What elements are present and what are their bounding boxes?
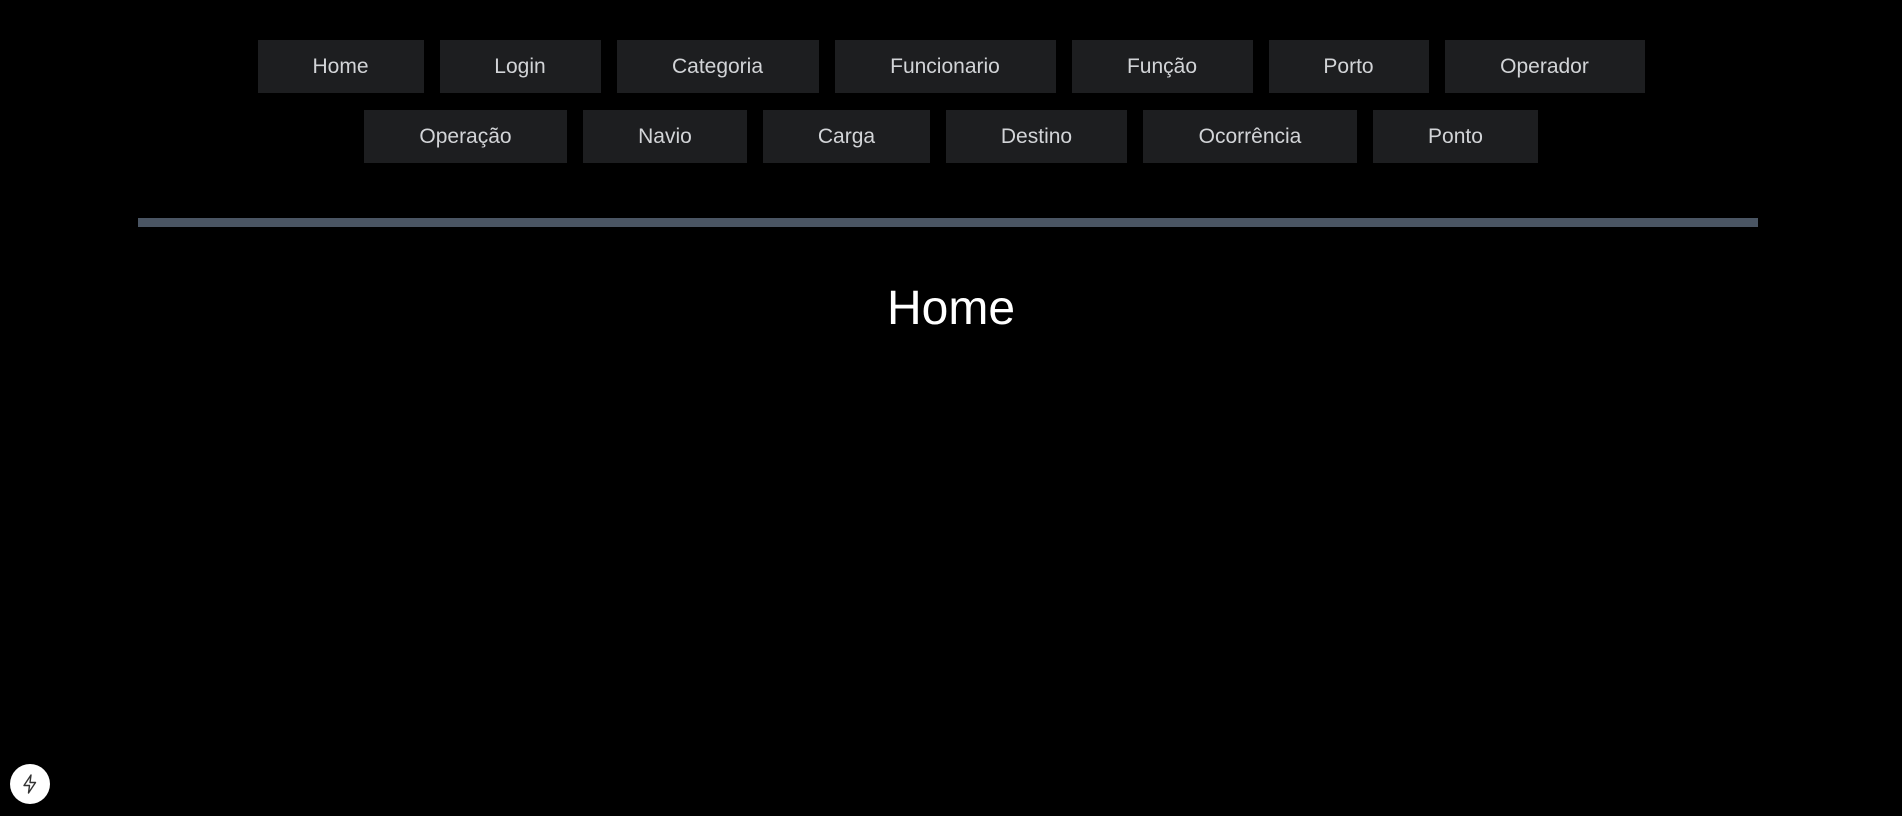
dev-tools-badge[interactable]: [10, 764, 50, 804]
nav-button-categoria[interactable]: Categoria: [616, 40, 819, 93]
nav-button-operador[interactable]: Operador: [1444, 40, 1645, 93]
nav-button-operacao[interactable]: Operação: [364, 110, 567, 163]
divider: [138, 218, 1758, 227]
nav-button-destino[interactable]: Destino: [946, 110, 1127, 163]
nav-button-login[interactable]: Login: [439, 40, 601, 93]
nav-button-funcionario[interactable]: Funcionario: [834, 40, 1056, 93]
nav-button-funcao[interactable]: Função: [1071, 40, 1253, 93]
page: Home Login Categoria Funcionario Função …: [0, 0, 1902, 816]
nav-row-1: Home Login Categoria Funcionario Função …: [0, 40, 1902, 93]
lightning-bolt-icon: [23, 774, 37, 794]
nav-button-carga[interactable]: Carga: [763, 110, 930, 163]
top-nav: Home Login Categoria Funcionario Função …: [0, 40, 1902, 180]
nav-button-porto[interactable]: Porto: [1268, 40, 1429, 93]
nav-button-navio[interactable]: Navio: [583, 110, 747, 163]
nav-button-ponto[interactable]: Ponto: [1373, 110, 1538, 163]
nav-button-ocorrencia[interactable]: Ocorrência: [1143, 110, 1357, 163]
page-title: Home: [886, 282, 1016, 335]
nav-row-2: Operação Navio Carga Destino Ocorrência …: [0, 110, 1902, 163]
nav-button-home[interactable]: Home: [257, 40, 424, 93]
